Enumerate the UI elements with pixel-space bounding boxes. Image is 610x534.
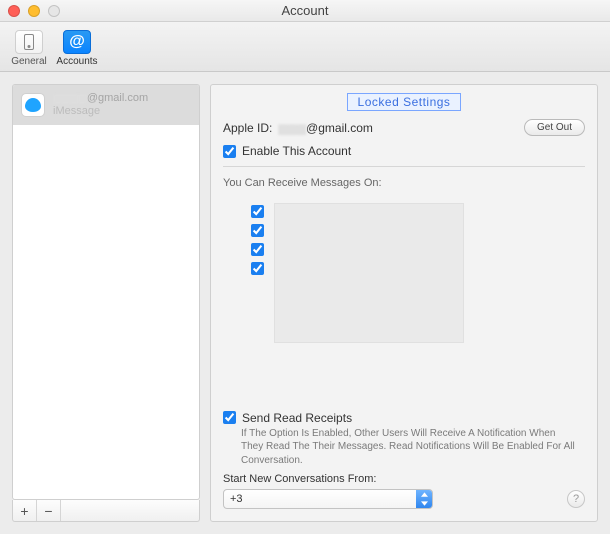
start-conversations-row: +3 ? xyxy=(223,489,585,509)
receive-addresses-placeholder xyxy=(274,203,464,343)
at-icon: @ xyxy=(63,30,91,54)
accounts-list-footer: + − xyxy=(12,500,200,522)
receive-checkbox-1[interactable] xyxy=(251,205,264,218)
start-conversations-select[interactable]: +3 xyxy=(223,489,433,509)
phone-icon xyxy=(15,30,43,54)
read-receipts-row[interactable]: Send Read Receipts xyxy=(223,411,585,425)
read-receipts-checkbox[interactable] xyxy=(223,411,236,424)
sign-out-button[interactable]: Get Out xyxy=(524,119,585,136)
content-area: ▆▆▆▆@gmail.com iMessage + − Locked Setti… xyxy=(0,72,610,534)
help-button[interactable]: ? xyxy=(567,490,585,508)
account-row-text: ▆▆▆▆@gmail.com iMessage xyxy=(53,92,148,118)
receive-addresses-area xyxy=(223,197,585,347)
tab-general-label: General xyxy=(11,56,47,67)
read-receipts-description: If The Option Is Enabled, Other Users Wi… xyxy=(223,427,585,468)
window-title: Account xyxy=(0,3,610,18)
add-account-button[interactable]: + xyxy=(13,500,37,521)
read-receipts-label: Send Read Receipts xyxy=(242,411,352,425)
start-conversations-label: Start New Conversations From: xyxy=(223,473,585,485)
tab-accounts[interactable]: @ Accounts xyxy=(54,26,100,69)
read-receipts-block: Send Read Receipts If The Option Is Enab… xyxy=(223,411,585,510)
receive-checkbox-4[interactable] xyxy=(251,262,264,275)
apple-id-label: Apple ID: xyxy=(223,121,272,135)
imessage-icon xyxy=(21,93,45,117)
apple-id-row: Apple ID: ▆▆▆@gmail.com Get Out xyxy=(223,119,585,136)
divider xyxy=(223,166,585,167)
locked-settings-banner: Locked Settings xyxy=(347,93,462,111)
account-email: ▆▆▆▆@gmail.com xyxy=(53,92,148,105)
start-conversations-value: +3 xyxy=(230,493,243,505)
titlebar: Account xyxy=(0,0,610,22)
receive-checkbox-3[interactable] xyxy=(251,243,264,256)
receive-checkbox-column xyxy=(251,203,264,343)
preferences-toolbar: General @ Accounts xyxy=(0,22,610,72)
account-row[interactable]: ▆▆▆▆@gmail.com iMessage xyxy=(13,85,199,125)
account-detail-pane: Locked Settings Apple ID: ▆▆▆@gmail.com … xyxy=(210,84,598,522)
accounts-list[interactable]: ▆▆▆▆@gmail.com iMessage xyxy=(12,84,200,500)
remove-account-button[interactable]: − xyxy=(37,500,61,521)
apple-id-value: ▆▆▆@gmail.com xyxy=(278,121,373,135)
enable-account-checkbox[interactable] xyxy=(223,145,236,158)
accounts-sidebar: ▆▆▆▆@gmail.com iMessage + − xyxy=(12,84,200,522)
tab-accounts-label: Accounts xyxy=(56,56,97,67)
enable-account-label: Enable This Account xyxy=(242,144,351,158)
tab-general[interactable]: General xyxy=(6,26,52,69)
receive-checkbox-2[interactable] xyxy=(251,224,264,237)
receive-on-label: You Can Receive Messages On: xyxy=(223,177,585,189)
enable-account-row[interactable]: Enable This Account xyxy=(223,144,585,158)
account-type: iMessage xyxy=(53,105,148,118)
select-stepper-icon xyxy=(416,490,432,508)
